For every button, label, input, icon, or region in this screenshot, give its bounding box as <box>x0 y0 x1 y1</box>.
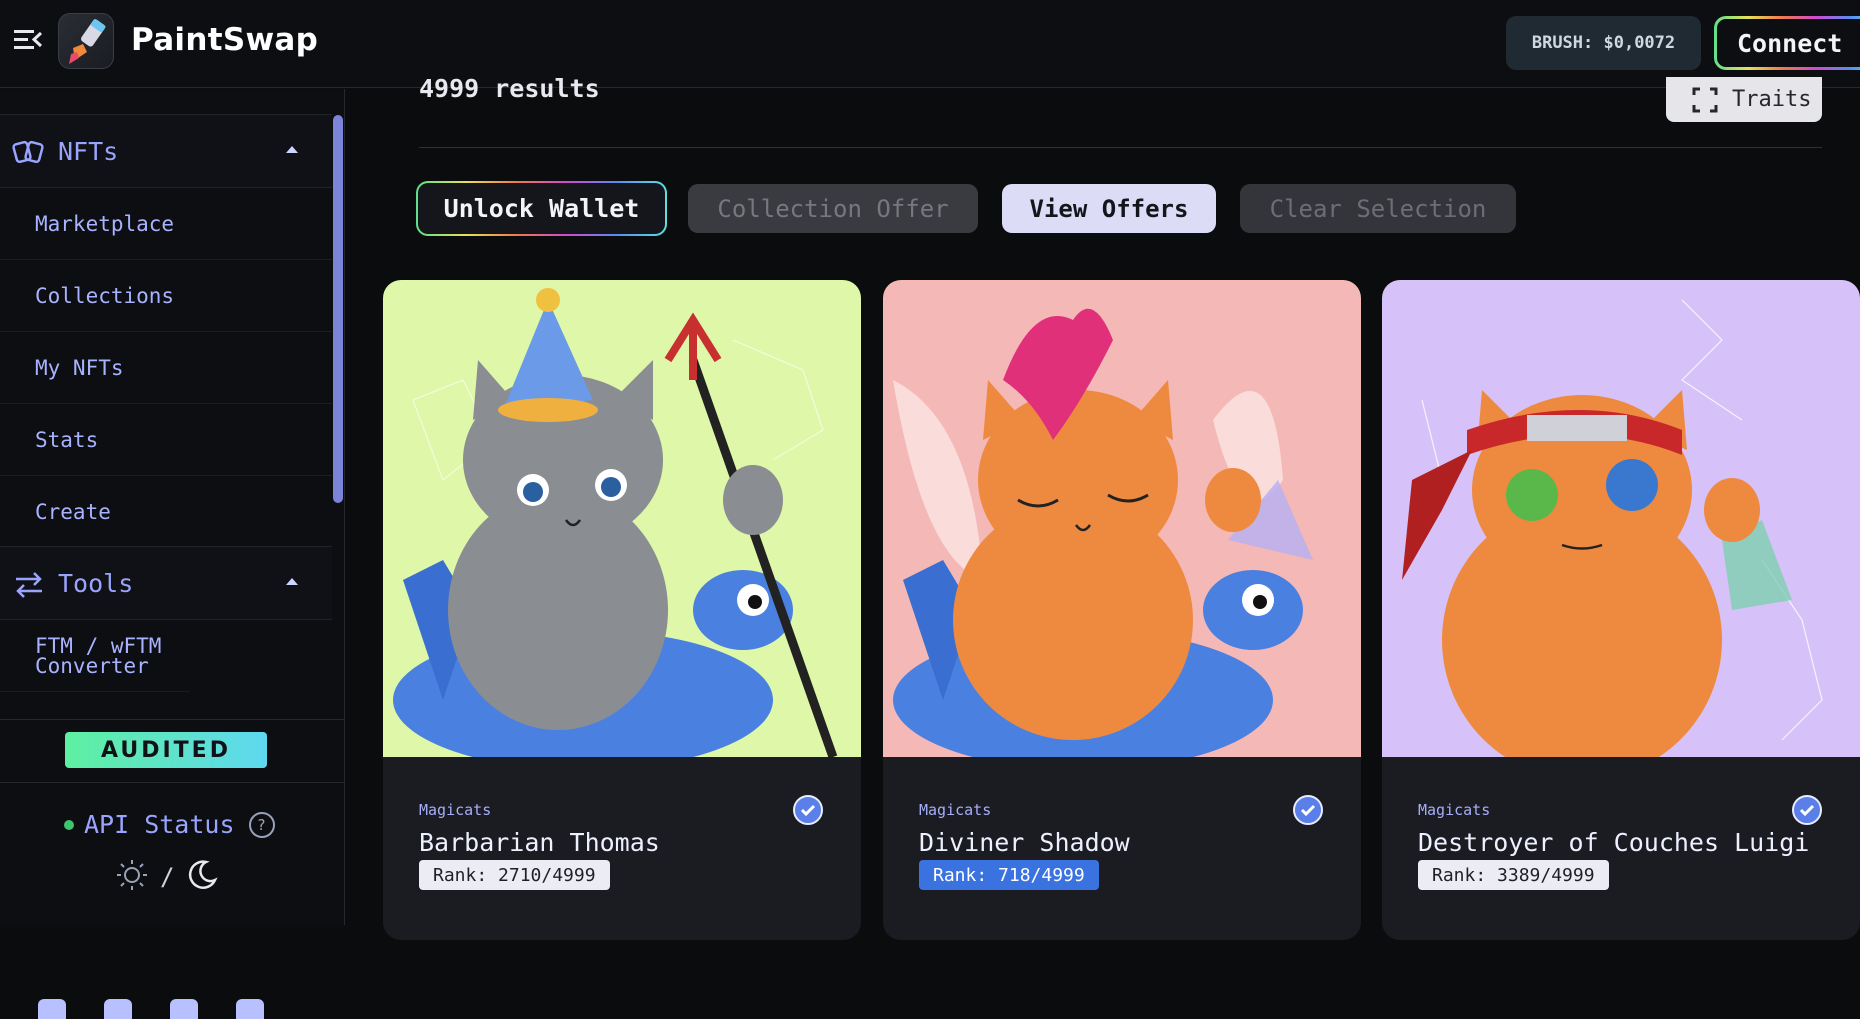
nft-image[interactable] <box>883 280 1361 770</box>
divider <box>0 719 345 720</box>
sidebar-section-label: NFTs <box>58 136 119 166</box>
nft-card-meta: Magicats Destroyer of Couches Luigi Rank… <box>1382 757 1860 940</box>
traits-label: Traits <box>1732 87 1812 112</box>
sidebar-scrollbar-thumb[interactable] <box>333 115 343 503</box>
sidebar-nav: NFTs Marketplace Collections My NFTs Sta… <box>0 89 332 719</box>
paintswap-logo[interactable] <box>58 13 114 69</box>
sidebar-item-marketplace[interactable]: Marketplace <box>0 188 332 260</box>
filter-icon <box>1692 87 1718 112</box>
chevron-up-icon <box>286 146 298 153</box>
top-bar: PaintSwap BRUSH: $0,0072 Connect <box>0 0 1860 88</box>
sidebar-item-ftm-converter[interactable]: FTM / wFTM Converter <box>0 620 190 692</box>
collection-name[interactable]: Magicats <box>419 801 491 819</box>
sidebar-section-tools[interactable]: Tools <box>0 546 332 620</box>
verified-check-icon <box>793 795 823 825</box>
sidebar-item-stats[interactable]: Stats <box>0 404 332 476</box>
clear-selection-button[interactable]: Clear Selection <box>1240 184 1516 233</box>
help-icon[interactable]: ? <box>248 811 275 838</box>
connect-button-label: Connect <box>1717 19 1860 67</box>
telegram-icon[interactable] <box>236 999 264 1019</box>
sidebar-item-my-nfts[interactable]: My NFTs <box>0 332 332 404</box>
nft-card[interactable]: Magicats Destroyer of Couches Luigi Rank… <box>1382 280 1860 940</box>
cards-icon <box>12 137 46 167</box>
verified-check-icon <box>1293 795 1323 825</box>
theme-separator: / <box>160 863 175 891</box>
nft-card-meta: Magicats Diviner Shadow Rank: 718/4999 <box>883 757 1361 940</box>
status-dot-icon <box>64 819 74 830</box>
nft-image[interactable] <box>1382 280 1860 780</box>
connect-button[interactable]: Connect <box>1714 16 1860 70</box>
theme-toggle: / <box>116 859 219 895</box>
social-links <box>38 999 264 1019</box>
nft-image[interactable] <box>383 280 861 770</box>
api-status[interactable]: API Status ? <box>64 810 275 839</box>
sun-icon[interactable] <box>116 859 148 895</box>
sidebar: NFTs Marketplace Collections My NFTs Sta… <box>0 89 345 1019</box>
rank-badge: Rank: 2710/4999 <box>419 860 610 890</box>
unlock-wallet-label: Unlock Wallet <box>418 183 665 234</box>
view-offers-button[interactable]: View Offers <box>1002 184 1216 233</box>
chevron-up-icon <box>286 578 298 585</box>
moon-icon[interactable] <box>186 859 219 895</box>
twitter-icon[interactable] <box>38 999 66 1019</box>
swap-arrows-icon <box>12 569 46 599</box>
sidebar-item-collections[interactable]: Collections <box>0 260 332 332</box>
audited-badge[interactable]: AUDITED <box>65 732 267 768</box>
nft-name[interactable]: Barbarian Thomas <box>419 828 660 857</box>
nft-card[interactable]: Magicats Diviner Shadow Rank: 718/4999 <box>883 280 1361 940</box>
api-status-label: API Status <box>84 810 235 839</box>
nft-card[interactable]: Magicats Barbarian Thomas Rank: 2710/499… <box>383 280 861 940</box>
verified-check-icon <box>1792 795 1822 825</box>
menu-collapse-icon[interactable] <box>12 26 44 54</box>
sidebar-item-create[interactable]: Create <box>0 476 332 548</box>
brush-price-badge[interactable]: BRUSH: $0,0072 <box>1506 16 1701 70</box>
divider <box>419 147 1822 148</box>
collection-name[interactable]: Magicats <box>919 801 991 819</box>
sidebar-section-nfts[interactable]: NFTs <box>0 114 332 188</box>
medium-icon[interactable] <box>170 999 198 1019</box>
rank-badge: Rank: 718/4999 <box>919 860 1099 890</box>
results-count: 4999 results <box>419 74 600 103</box>
nft-name[interactable]: Destroyer of Couches Luigi <box>1418 828 1809 857</box>
traits-button[interactable]: Traits <box>1666 77 1822 122</box>
nft-card-meta: Magicats Barbarian Thomas Rank: 2710/499… <box>383 757 861 940</box>
discord-icon[interactable] <box>104 999 132 1019</box>
sidebar-section-label: Tools <box>58 568 134 598</box>
divider <box>0 782 345 783</box>
unlock-wallet-button[interactable]: Unlock Wallet <box>416 181 667 236</box>
rank-badge: Rank: 3389/4999 <box>1418 860 1609 890</box>
collection-name[interactable]: Magicats <box>1418 801 1490 819</box>
brand-name[interactable]: PaintSwap <box>131 22 318 58</box>
collection-offer-button[interactable]: Collection Offer <box>688 184 978 233</box>
nft-name[interactable]: Diviner Shadow <box>919 828 1130 857</box>
